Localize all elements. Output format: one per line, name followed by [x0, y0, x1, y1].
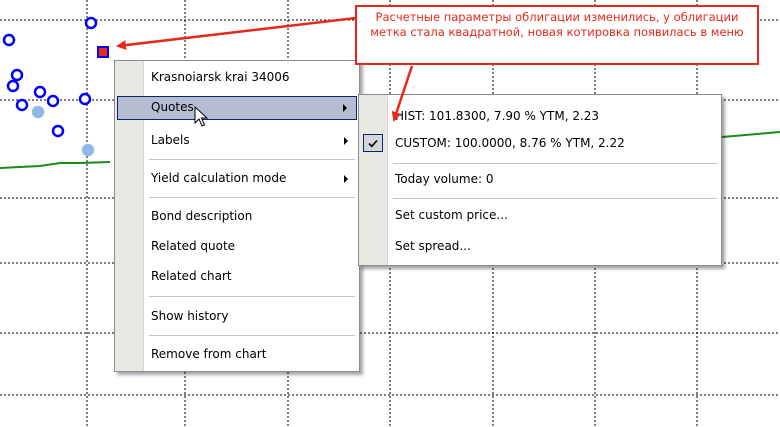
menu-separator: [393, 198, 717, 199]
menu-item-label: Yield calculation mode: [151, 171, 287, 185]
menu-header-bond-name: Krasnoiarsk krai 34006: [151, 70, 290, 84]
menu-item-remove-from-chart[interactable]: Remove from chart: [117, 343, 357, 367]
check-icon: [363, 134, 383, 152]
submenu-arrow-icon: [344, 137, 348, 145]
bond-point[interactable]: [33, 85, 47, 99]
menu-item-label: Quotes: [151, 100, 194, 114]
bond-point[interactable]: [15, 98, 29, 112]
menu-separator: [149, 296, 355, 297]
menu-item-show-history[interactable]: Show history: [117, 305, 357, 329]
menu-item-bond-description[interactable]: Bond description: [117, 205, 357, 229]
annotation-callout: Расчетные параметры облигации изменились…: [355, 5, 759, 65]
bond-point[interactable]: [84, 16, 98, 30]
bond-point[interactable]: [6, 79, 20, 93]
menu-item-set-custom-price[interactable]: Set custom price...: [361, 204, 719, 228]
menu-separator: [393, 163, 717, 164]
context-menu: Krasnoiarsk krai 34006 Quotes Labels Yie…: [114, 60, 360, 372]
quotes-submenu: HIST: 101.8300, 7.90 % YTM, 2.23 CUSTOM:…: [358, 94, 722, 266]
yield-curve-line-right: [721, 131, 780, 138]
menu-item-related-chart[interactable]: Related chart: [117, 265, 357, 289]
quote-item-hist[interactable]: HIST: 101.8300, 7.90 % YTM, 2.23: [361, 105, 719, 129]
menu-separator: [149, 335, 355, 336]
bond-point[interactable]: [2, 33, 16, 47]
bond-point[interactable]: [51, 124, 65, 138]
menu-item-quotes[interactable]: Quotes: [117, 96, 357, 120]
menu-separator: [149, 197, 355, 198]
bond-point-light[interactable]: [31, 105, 45, 119]
quote-item-custom[interactable]: CUSTOM: 100.0000, 8.76 % YTM, 2.22: [361, 132, 719, 156]
bond-point[interactable]: [78, 92, 92, 106]
menu-item-labels[interactable]: Labels: [117, 129, 357, 153]
quote-item-today-volume: Today volume: 0: [395, 172, 494, 186]
bond-point-light[interactable]: [81, 143, 95, 157]
menu-item-label: CUSTOM: 100.0000, 8.76 % YTM, 2.22: [395, 136, 625, 150]
yield-curve-line: [0, 161, 111, 169]
menu-item-yield-calculation-mode[interactable]: Yield calculation mode: [117, 167, 357, 191]
bond-point[interactable]: [46, 94, 60, 108]
submenu-arrow-icon: [343, 104, 347, 112]
menu-item-label: Labels: [151, 133, 190, 147]
selected-bond-square-marker[interactable]: [97, 46, 109, 58]
submenu-arrow-icon: [344, 175, 348, 183]
menu-item-set-spread[interactable]: Set spread...: [361, 235, 719, 259]
menu-separator: [149, 159, 355, 160]
bond-point[interactable]: [10, 68, 24, 82]
menu-item-related-quote[interactable]: Related quote: [117, 235, 357, 259]
mouse-pointer-icon: [194, 106, 208, 127]
